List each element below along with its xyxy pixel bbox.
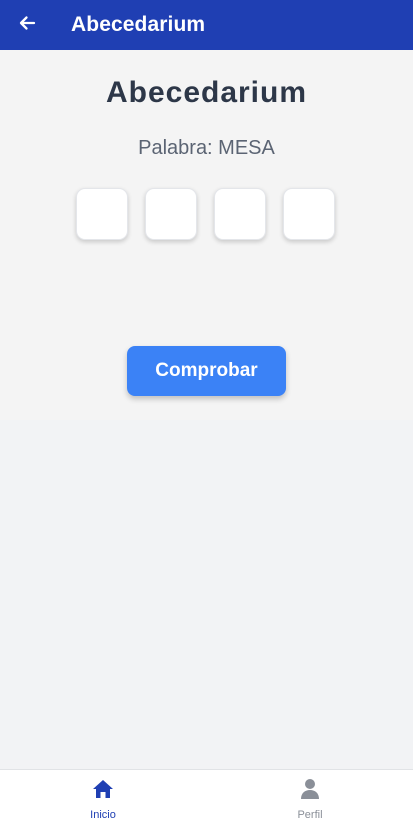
letter-box-2[interactable] <box>145 188 197 240</box>
nav-label-inicio: Inicio <box>90 809 116 821</box>
page-title: Abecedarium <box>105 76 308 109</box>
app-bar-title: Abecedarium <box>71 13 206 36</box>
arrow-left-icon <box>17 13 37 38</box>
person-icon <box>300 779 320 799</box>
letter-box-3[interactable] <box>214 188 266 240</box>
app-bar: Abecedarium <box>0 0 413 50</box>
check-button[interactable]: Comprobar <box>127 346 286 396</box>
nav-label-perfil: Perfil <box>297 809 323 821</box>
back-button[interactable] <box>17 15 37 35</box>
nav-item-inicio[interactable]: Inicio <box>43 770 163 827</box>
home-icon <box>92 779 114 799</box>
letter-boxes <box>76 188 335 240</box>
word-label: Palabra: MESA <box>138 137 275 159</box>
letter-box-4[interactable] <box>283 188 335 240</box>
bottom-navigation: Inicio Perfil <box>0 769 413 827</box>
letter-box-1[interactable] <box>76 188 128 240</box>
game-panel: Abecedarium Palabra: MESA Comprobar <box>0 50 413 420</box>
nav-item-perfil[interactable]: Perfil <box>250 770 370 827</box>
